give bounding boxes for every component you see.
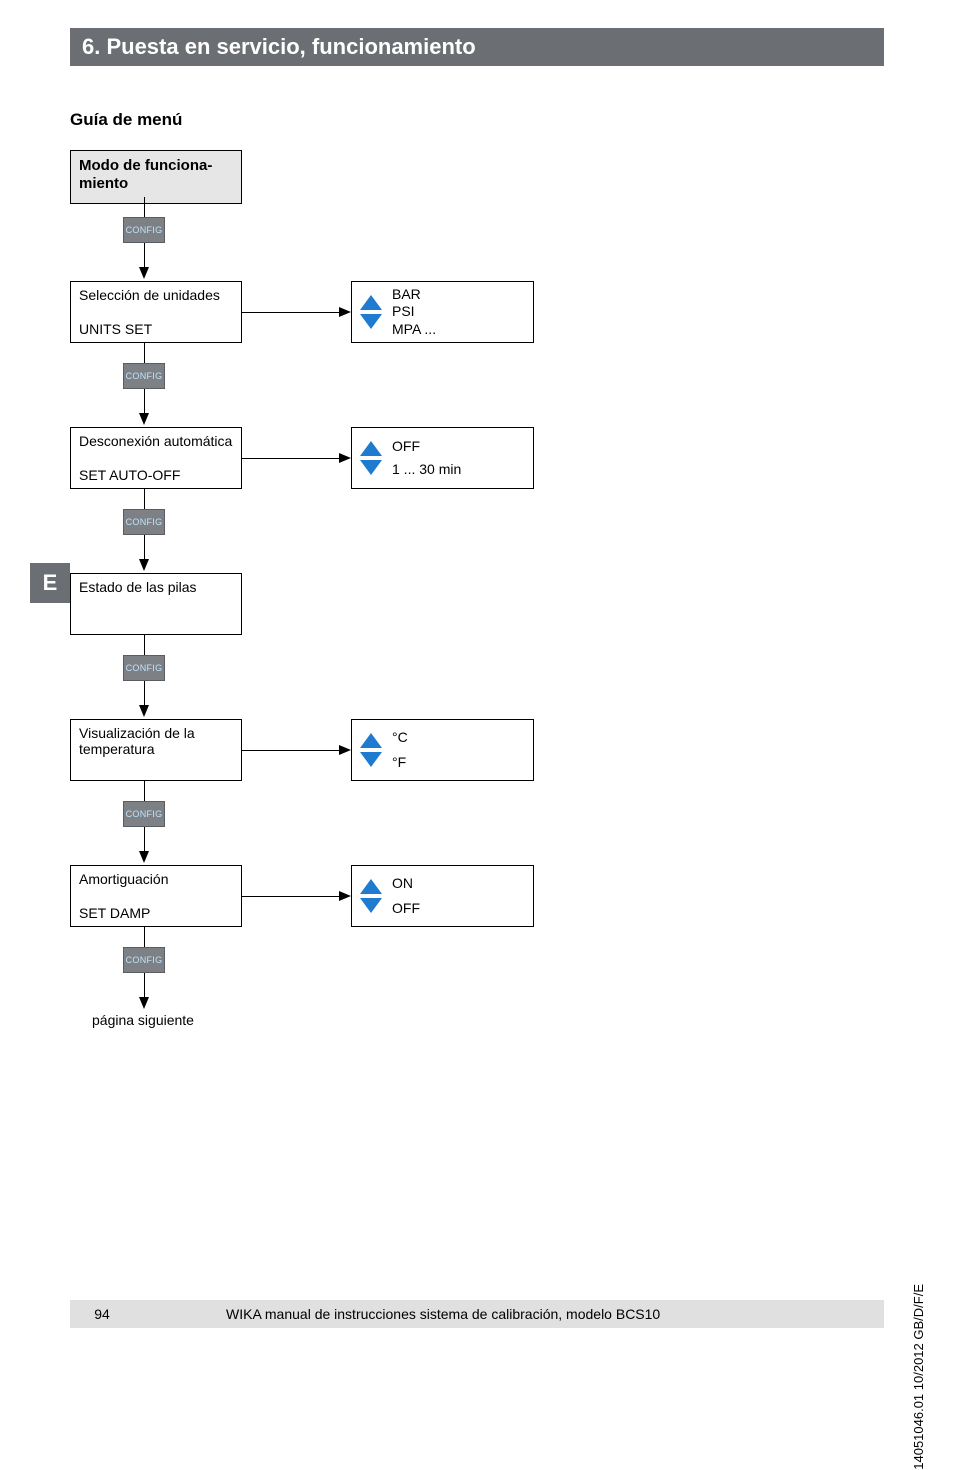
- page-number: 94: [70, 1306, 134, 1322]
- triangle-up-icon: [360, 441, 382, 456]
- arrow-down-icon: [139, 267, 149, 279]
- option-text: °F: [392, 754, 408, 772]
- start-node: Modo de funciona- miento: [70, 150, 242, 204]
- subtitle: Guía de menú: [70, 110, 182, 130]
- option-text: OFF: [392, 438, 461, 456]
- config-button: CONFIG: [123, 801, 165, 827]
- triangle-down-icon: [360, 314, 382, 329]
- next-page-label: página siguiente: [92, 1012, 194, 1028]
- option-text: MPA ...: [392, 321, 436, 339]
- menu-title: Visualización de la temperatura: [79, 725, 233, 757]
- config-button: CONFIG: [123, 363, 165, 389]
- arrow-right-icon: [339, 453, 351, 463]
- menu-node-units: Selección de unidades UNITS SET: [70, 281, 242, 343]
- page-footer: 94 WIKA manual de instrucciones sistema …: [70, 1300, 884, 1328]
- option-node-temperature: °C °F: [351, 719, 534, 781]
- menu-title: Amortiguación: [79, 871, 233, 887]
- arrow-right-icon: [339, 307, 351, 317]
- config-button: CONFIG: [123, 655, 165, 681]
- option-text: °C: [392, 729, 408, 747]
- arrow-down-icon: [139, 559, 149, 571]
- triangle-down-icon: [360, 460, 382, 475]
- config-button: CONFIG: [123, 509, 165, 535]
- option-node-damping: ON OFF: [351, 865, 534, 927]
- menu-code: UNITS SET: [79, 321, 233, 337]
- arrow-down-icon: [139, 413, 149, 425]
- menu-code: SET AUTO-OFF: [79, 467, 233, 483]
- menu-node-damping: Amortiguación SET DAMP: [70, 865, 242, 927]
- option-text: ON: [392, 875, 420, 893]
- menu-title: Estado de las pilas: [79, 579, 233, 595]
- triangle-down-icon: [360, 898, 382, 913]
- menu-flow-diagram: Modo de funciona- miento CONFIG Selecció…: [70, 150, 590, 1210]
- option-text: 1 ... 30 min: [392, 461, 461, 479]
- footer-text: WIKA manual de instrucciones sistema de …: [134, 1306, 660, 1322]
- menu-code: SET DAMP: [79, 905, 233, 921]
- config-button: CONFIG: [123, 217, 165, 243]
- triangle-down-icon: [360, 752, 382, 767]
- menu-node-battery: Estado de las pilas: [70, 573, 242, 635]
- arrow-down-icon: [139, 997, 149, 1009]
- arrow-right-icon: [339, 745, 351, 755]
- document-number: 14051046.01 10/2012 GB/D/F/E: [911, 1284, 926, 1470]
- option-text: OFF: [392, 900, 420, 918]
- config-button: CONFIG: [123, 947, 165, 973]
- triangle-up-icon: [360, 879, 382, 894]
- section-header: 6. Puesta en servicio, funcionamiento: [70, 28, 884, 66]
- menu-node-autooff: Desconexión automática SET AUTO-OFF: [70, 427, 242, 489]
- option-node-units: BAR PSI MPA ...: [351, 281, 534, 343]
- triangle-up-icon: [360, 295, 382, 310]
- menu-title: Selección de unidades: [79, 287, 233, 303]
- arrow-right-icon: [339, 891, 351, 901]
- arrow-down-icon: [139, 705, 149, 717]
- language-tab: E: [30, 563, 70, 603]
- option-text: BAR: [392, 286, 436, 304]
- menu-title: Desconexión automática: [79, 433, 233, 449]
- option-text: PSI: [392, 303, 436, 321]
- option-node-autooff: OFF 1 ... 30 min: [351, 427, 534, 489]
- menu-node-temperature: Visualización de la temperatura: [70, 719, 242, 781]
- arrow-down-icon: [139, 851, 149, 863]
- triangle-up-icon: [360, 733, 382, 748]
